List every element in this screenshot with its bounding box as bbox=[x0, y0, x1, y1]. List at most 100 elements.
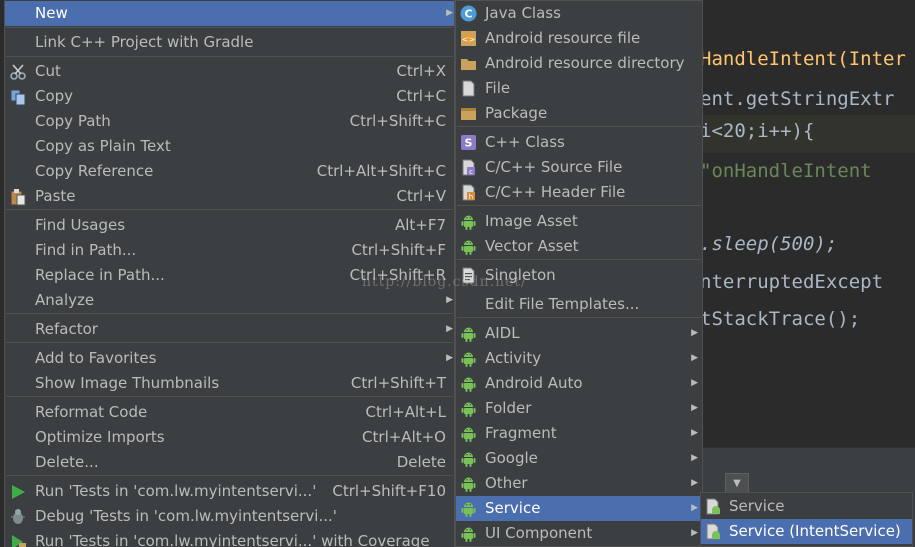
service-icon bbox=[705, 498, 722, 515]
menu-item-refactor[interactable]: Refactor ▶ bbox=[5, 317, 454, 342]
code-line[interactable]: "onHandleIntent bbox=[700, 160, 872, 182]
new-item-service[interactable]: Service ▶ bbox=[456, 496, 702, 521]
code-text: .sleep(500); bbox=[700, 233, 838, 255]
menu-item-label: Java Class bbox=[485, 4, 561, 22]
new-item-c-c-source-file[interactable]: c C/C++ Source File bbox=[456, 155, 702, 180]
menu-item-add-to-favorites[interactable]: Add to Favorites ▶ bbox=[5, 346, 454, 371]
android-icon bbox=[460, 450, 477, 467]
service-submenu: Service Service (IntentService) bbox=[700, 492, 913, 547]
new-item-java-class[interactable]: C Java Class bbox=[456, 1, 702, 26]
new-item-aidl[interactable]: AIDL ▶ bbox=[456, 321, 702, 346]
submenu-arrow-icon: ▶ bbox=[446, 353, 453, 363]
android-icon bbox=[460, 238, 477, 255]
menu-item-label: AIDL bbox=[485, 324, 520, 342]
new-item-image-asset[interactable]: Image Asset bbox=[456, 209, 702, 234]
new-item-google[interactable]: Google ▶ bbox=[456, 446, 702, 471]
package-icon bbox=[460, 105, 477, 122]
menu-item-label: Link C++ Project with Gradle bbox=[35, 33, 254, 51]
menu-item-copy[interactable]: Copy Ctrl+C bbox=[5, 84, 454, 109]
new-item-folder[interactable]: Folder ▶ bbox=[456, 396, 702, 421]
menu-item-label: Cut bbox=[35, 62, 61, 80]
menu-separator bbox=[6, 396, 453, 397]
menu-item-copy-reference[interactable]: Copy Reference Ctrl+Alt+Shift+C bbox=[5, 159, 454, 184]
menu-item-label: Optimize Imports bbox=[35, 428, 165, 446]
menu-separator bbox=[6, 342, 453, 343]
menu-separator bbox=[6, 209, 453, 210]
android-icon bbox=[460, 375, 477, 392]
menu-item-debug-tests-in-com-lw-myintentservi[interactable]: Debug 'Tests in 'com.lw.myintentservi...… bbox=[5, 504, 454, 529]
new-item-activity[interactable]: Activity ▶ bbox=[456, 346, 702, 371]
menu-separator bbox=[457, 259, 701, 260]
code-line[interactable]: tStackTrace(); bbox=[700, 308, 860, 330]
menu-item-label: Google bbox=[485, 449, 538, 467]
android-icon bbox=[460, 213, 477, 230]
menu-item-shortcut: Ctrl+Shift+T bbox=[350, 374, 446, 392]
menu-item-copy-path[interactable]: Copy Path Ctrl+Shift+C bbox=[5, 109, 454, 134]
menu-item-label: Show Image Thumbnails bbox=[35, 374, 220, 392]
menu-item-find-usages[interactable]: Find Usages Alt+F7 bbox=[5, 213, 454, 238]
menu-item-paste[interactable]: Paste Ctrl+V bbox=[5, 184, 454, 209]
menu-item-cut[interactable]: Cut Ctrl+X bbox=[5, 59, 454, 84]
menu-item-label: C/C++ Header File bbox=[485, 183, 626, 201]
submenu-arrow-icon: ▶ bbox=[691, 403, 698, 413]
new-item-package[interactable]: Package bbox=[456, 101, 702, 126]
menu-item-label: Replace in Path... bbox=[35, 266, 165, 284]
new-item-ui-component[interactable]: UI Component ▶ bbox=[456, 521, 702, 546]
menu-item-label: UI Component bbox=[485, 524, 593, 542]
menu-item-optimize-imports[interactable]: Optimize Imports Ctrl+Alt+O bbox=[5, 425, 454, 450]
menu-item-label: Find in Path... bbox=[35, 241, 137, 259]
menu-separator bbox=[6, 56, 453, 57]
menu-separator bbox=[6, 27, 453, 28]
menu-separator bbox=[6, 475, 453, 476]
new-item-android-auto[interactable]: Android Auto ▶ bbox=[456, 371, 702, 396]
menu-item-label: Android Auto bbox=[485, 374, 583, 392]
copy-icon bbox=[9, 88, 27, 106]
file-icon bbox=[460, 80, 477, 97]
service-item-service-intentservice[interactable]: Service (IntentService) bbox=[701, 519, 912, 544]
menu-item-copy-as-plain-text[interactable]: Copy as Plain Text bbox=[5, 134, 454, 159]
menu-item-label: Analyze bbox=[35, 291, 95, 309]
new-item-file[interactable]: File bbox=[456, 76, 702, 101]
submenu-arrow-icon: ▶ bbox=[691, 428, 698, 438]
menu-item-shortcut: Ctrl+Alt+L bbox=[365, 403, 447, 421]
menu-item-label: Service (IntentService) bbox=[729, 522, 901, 540]
code-line[interactable]: HandleIntent(Inter bbox=[700, 48, 906, 70]
menu-item-label: New bbox=[35, 4, 68, 22]
menu-item-analyze[interactable]: Analyze ▶ bbox=[5, 288, 454, 313]
android-icon bbox=[460, 350, 477, 367]
new-item-other[interactable]: Other ▶ bbox=[456, 471, 702, 496]
submenu-arrow-icon: ▶ bbox=[691, 528, 698, 538]
menu-separator bbox=[457, 205, 701, 206]
menu-item-show-image-thumbnails[interactable]: Show Image Thumbnails Ctrl+Shift+T bbox=[5, 371, 454, 396]
resource-file-icon: <> bbox=[460, 30, 477, 47]
new-item-fragment[interactable]: Fragment ▶ bbox=[456, 421, 702, 446]
new-item-android-resource-directory[interactable]: Android resource directory bbox=[456, 51, 702, 76]
code-line[interactable]: i<20;i++){ bbox=[700, 120, 814, 142]
code-line[interactable]: .sleep(500); bbox=[700, 233, 837, 255]
menu-item-new[interactable]: New ▶ bbox=[5, 1, 454, 26]
menu-item-run-tests-in-com-lw-myintentservi-with-coverage[interactable]: Run 'Tests in 'com.lw.myintentservi...' … bbox=[5, 529, 454, 547]
submenu-arrow-icon: ▶ bbox=[691, 378, 698, 388]
new-item-edit-file-templates[interactable]: Edit File Templates... bbox=[456, 292, 702, 317]
menu-separator bbox=[457, 126, 701, 127]
new-item-android-resource-file[interactable]: <> Android resource file bbox=[456, 26, 702, 51]
menu-item-label: C++ Class bbox=[485, 133, 565, 151]
new-item-c-c-header-file[interactable]: h C/C++ Header File bbox=[456, 180, 702, 205]
code-line[interactable]: nterruptedExcept bbox=[700, 271, 883, 293]
code-text: i<20;i++){ bbox=[700, 120, 815, 142]
watermark: http://blog.csdn.net/ bbox=[362, 274, 527, 290]
service-item-service[interactable]: Service bbox=[701, 494, 912, 519]
code-text: HandleIntent(Inter bbox=[700, 48, 906, 70]
menu-item-find-in-path[interactable]: Find in Path... Ctrl+Shift+F bbox=[5, 238, 454, 263]
code-line[interactable]: ent.getStringExtr bbox=[700, 88, 894, 110]
new-item-c-class[interactable]: S C++ Class bbox=[456, 130, 702, 155]
menu-item-reformat-code[interactable]: Reformat Code Ctrl+Alt+L bbox=[5, 400, 454, 425]
menu-item-shortcut: Delete bbox=[396, 453, 446, 471]
code-text: ent.getStringExtr bbox=[700, 88, 895, 110]
submenu-arrow-icon: ▶ bbox=[691, 328, 698, 338]
new-item-vector-asset[interactable]: Vector Asset bbox=[456, 234, 702, 259]
menu-item-label: Copy Reference bbox=[35, 162, 154, 180]
menu-item-link-c-project-with-gradle[interactable]: Link C++ Project with Gradle bbox=[5, 30, 454, 55]
menu-item-delete[interactable]: Delete... Delete bbox=[5, 450, 454, 475]
menu-item-run-tests-in-com-lw-myintentservi[interactable]: Run 'Tests in 'com.lw.myintentservi...' C… bbox=[5, 479, 454, 504]
